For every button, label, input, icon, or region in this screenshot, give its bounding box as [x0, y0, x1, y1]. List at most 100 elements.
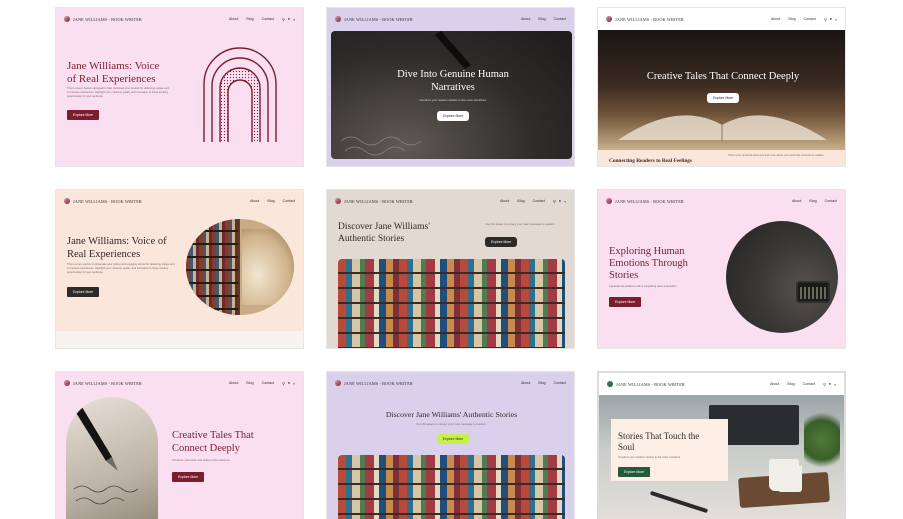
nav-about[interactable]: About [250, 199, 259, 203]
hero-subtitle: Use this space to convey your main messa… [485, 222, 556, 226]
brand-logo [335, 16, 341, 22]
template-card-3[interactable]: JANE WILLIAMS - BOOK WRITER About Blog Con… [597, 7, 846, 167]
hero-text-panel: Stories That Touch the Soul Introduce yo… [611, 419, 728, 481]
brand-name: JANE WILLIAMS - BOOK WRITER [616, 381, 685, 387]
nav-contact[interactable]: Contact [803, 382, 815, 386]
explore-button[interactable]: Explore More [172, 472, 205, 482]
template-card-5[interactable]: JANE WILLIAMS - BOOK WRITER About Blog Con… [326, 189, 575, 349]
template-card-1[interactable]: JANE WILLIAMS - BOOK WRITER About Blog Con… [55, 7, 304, 167]
card-nav: JANE WILLIAMS - BOOK WRITER About Blog Con… [598, 8, 845, 30]
hero-image-book-stacks [338, 259, 565, 348]
nav-blog[interactable]: Blog [809, 199, 816, 203]
cart-icon[interactable]: ▿ [835, 17, 837, 22]
brand-logo [335, 380, 341, 386]
explore-button[interactable]: Explore More [437, 111, 470, 121]
hero-subtitle: Introduce your readers mission to the vo… [419, 98, 487, 102]
explore-button[interactable]: Explore More [67, 110, 100, 120]
hero-title: Jane Williams: Voice of Real Experiences [67, 60, 160, 85]
card-nav: JANE WILLIAMS - BOOK WRITER About Blog Con… [598, 190, 845, 212]
hero-image-fountain-pen-arch [66, 397, 158, 519]
arch-illustration [203, 47, 277, 142]
hero-image-bookshelf-circle [186, 219, 294, 315]
brand-name: JANE WILLIAMS - BOOK WRITER [73, 380, 142, 386]
search-icon[interactable]: ⚲ [553, 199, 556, 204]
nav-contact[interactable]: Contact [554, 17, 566, 21]
user-icon[interactable]: ● [559, 199, 561, 204]
cart-icon[interactable]: ▿ [834, 382, 836, 387]
cart-icon[interactable]: ▿ [564, 199, 566, 204]
brand-name: JANE WILLIAMS - BOOK WRITER [73, 16, 142, 22]
nav-contact[interactable]: Contact [804, 17, 816, 21]
explore-button[interactable]: Explore More [618, 467, 651, 477]
hero-image-pen-writing [331, 31, 572, 159]
hero-subtitle: This is a hero section to showcase your … [67, 263, 175, 274]
search-icon[interactable]: ⚲ [282, 381, 285, 386]
hero-title: Dive Into Genuine Human Narratives [397, 69, 509, 93]
nav-contact[interactable]: Contact [262, 17, 274, 21]
template-card-4[interactable]: JANE WILLIAMS - BOOK WRITER About Blog Con… [55, 189, 304, 349]
cart-icon[interactable]: ▿ [293, 17, 295, 22]
search-icon[interactable]: ⚲ [823, 382, 826, 387]
hero-title: Exploring Human Emotions Through Stories [609, 246, 688, 282]
nav-blog[interactable]: Blog [788, 17, 795, 21]
search-icon[interactable]: ⚲ [824, 17, 827, 22]
nav-contact[interactable]: Contact [825, 199, 837, 203]
nav-blog[interactable]: Blog [246, 17, 253, 21]
nav-blog[interactable]: Blog [517, 199, 524, 203]
hero-title: Discover Jane Williams' Authentic Storie… [338, 222, 430, 244]
nav-about[interactable]: About [229, 17, 238, 21]
hero-subtitle: This is a Hero Section designed to help … [67, 87, 169, 98]
hero-image-open-book [598, 30, 845, 150]
template-card-8[interactable]: JANE WILLIAMS - BOOK WRITER About Blog Con… [326, 371, 575, 519]
search-icon[interactable]: ⚲ [282, 17, 285, 22]
nav-contact[interactable]: Contact [554, 381, 566, 385]
brand-logo [607, 381, 613, 387]
brand-name: JANE WILLIAMS - BOOK WRITER [344, 198, 413, 204]
brand-logo [64, 16, 70, 22]
template-card-2[interactable]: JANE WILLIAMS - BOOK WRITER About Blog Con… [326, 7, 575, 167]
template-card-6[interactable]: JANE WILLIAMS - BOOK WRITER About Blog Con… [597, 189, 846, 349]
nav-about[interactable]: About [521, 381, 530, 385]
nav-about[interactable]: About [771, 17, 780, 21]
user-icon[interactable]: ● [288, 17, 290, 22]
hero-subtitle: Captivate the audience with a compelling… [609, 285, 678, 288]
brand-name: JANE WILLIAMS - BOOK WRITER [615, 16, 684, 22]
user-icon[interactable]: ● [830, 17, 832, 22]
brand-logo [335, 198, 341, 204]
nav-blog[interactable]: Blog [538, 17, 545, 21]
nav-contact[interactable]: Contact [533, 199, 545, 203]
nav-contact[interactable]: Contact [262, 381, 274, 385]
card-nav: JANE WILLIAMS - BOOK WRITER About Blog Con… [327, 8, 574, 30]
card-nav: JANE WILLIAMS - BOOK WRITER About Blog Con… [327, 190, 574, 212]
hero-subtitle: Use this space to convey your main messa… [416, 422, 487, 426]
explore-button[interactable]: Explore More [707, 93, 740, 103]
explore-button[interactable]: Explore More [67, 287, 100, 297]
brand-logo [606, 198, 612, 204]
brand-name: JANE WILLIAMS - BOOK WRITER [73, 198, 142, 204]
explore-button[interactable]: Explore More [609, 297, 642, 307]
explore-button[interactable]: Explore More [437, 434, 470, 444]
card-nav: JANE WILLIAMS - BOOK WRITER About Blog Con… [599, 373, 844, 395]
nav-blog[interactable]: Blog [267, 199, 274, 203]
explore-button[interactable]: Explore More [485, 237, 518, 247]
nav-about[interactable]: About [500, 199, 509, 203]
card-nav: JANE WILLIAMS - BOOK WRITER About Blog Con… [327, 372, 574, 394]
template-card-7[interactable]: JANE WILLIAMS - BOOK WRITER About Blog Con… [55, 371, 304, 519]
hero-image-book-stacks [338, 455, 565, 519]
nav-about[interactable]: About [792, 199, 801, 203]
brand-name: JANE WILLIAMS - BOOK WRITER [344, 16, 413, 22]
user-icon[interactable]: ● [829, 382, 831, 387]
brand-logo [64, 198, 70, 204]
nav-blog[interactable]: Blog [246, 381, 253, 385]
brand-logo [606, 16, 612, 22]
nav-about[interactable]: About [770, 382, 779, 386]
nav-blog[interactable]: Blog [787, 382, 794, 386]
nav-blog[interactable]: Blog [538, 381, 545, 385]
cart-icon[interactable]: ▿ [293, 381, 295, 386]
nav-contact[interactable]: Contact [283, 199, 295, 203]
nav-about[interactable]: About [521, 17, 530, 21]
template-card-9[interactable]: JANE WILLIAMS - BOOK WRITER About Blog Con… [597, 371, 846, 519]
user-icon[interactable]: ● [288, 381, 290, 386]
bottom-band [56, 331, 303, 348]
nav-about[interactable]: About [229, 381, 238, 385]
